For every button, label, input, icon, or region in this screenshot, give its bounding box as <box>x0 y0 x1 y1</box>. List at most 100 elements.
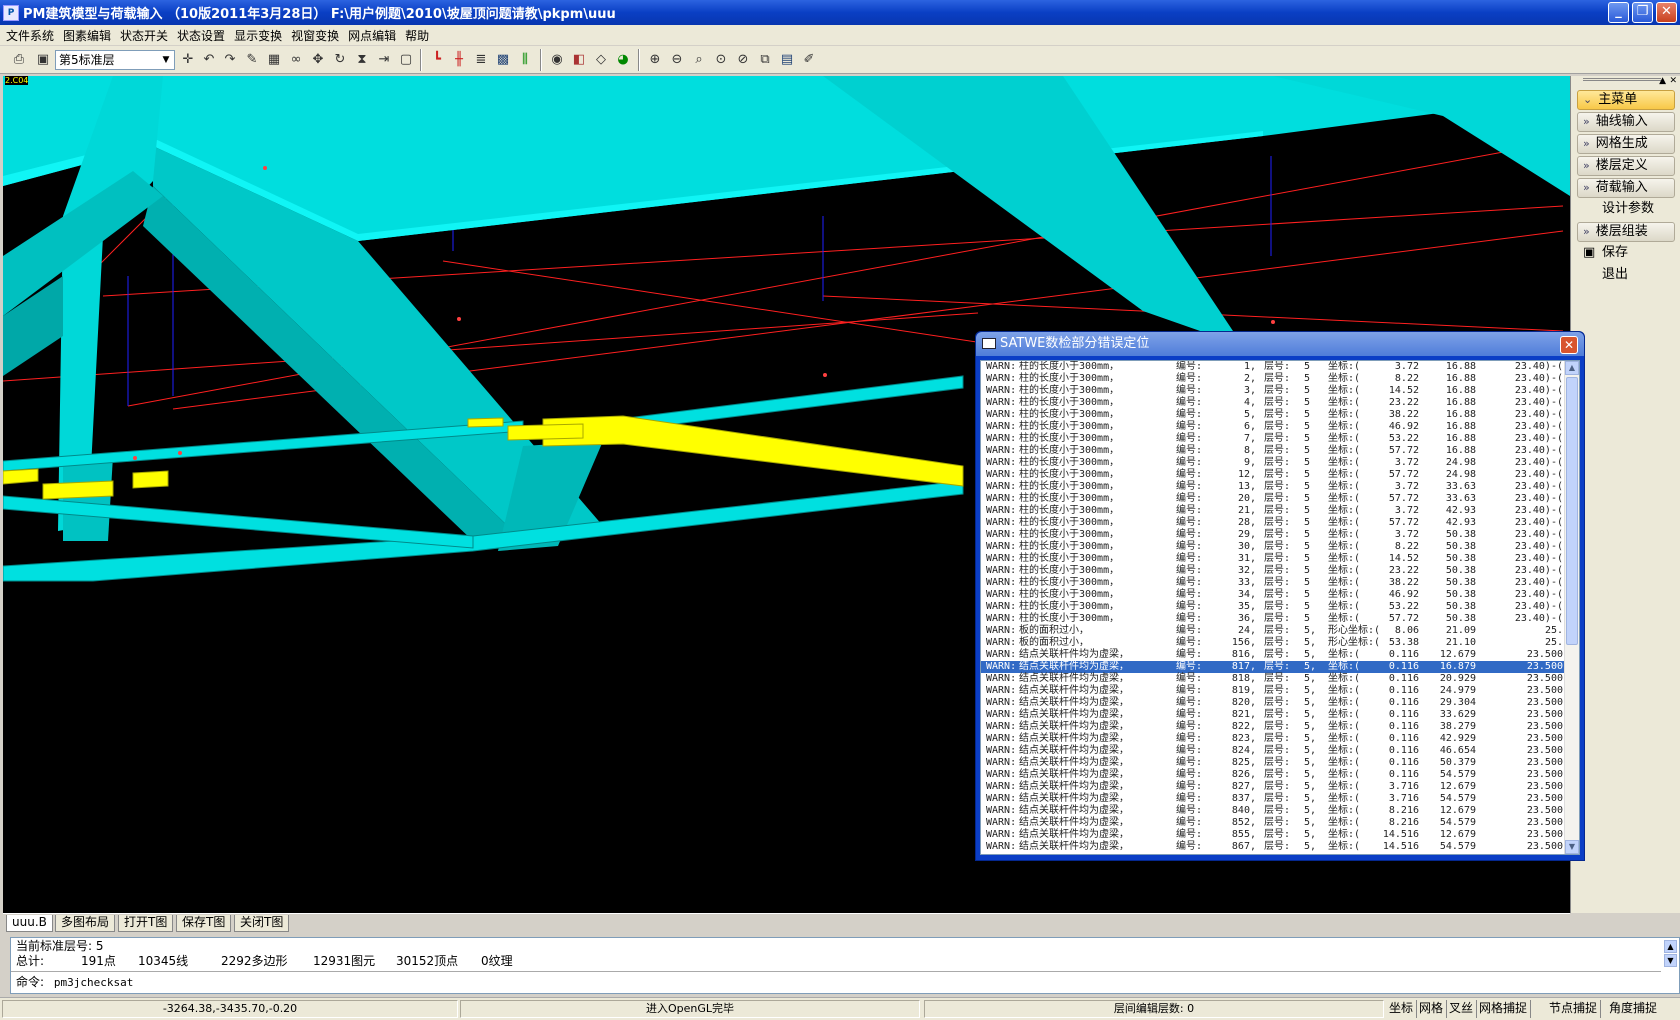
warning-row[interactable]: WARN: 柱的长度小于300mm， 编号: 30, 层号: 5 坐标:(8.22 50.38… <box>981 541 1566 553</box>
warning-row[interactable]: WARN: 板的面积过小， 编号: 156, 层号: 5, 形心坐标:(53.38 21.10… <box>981 637 1566 649</box>
menu-edit[interactable]: 图素编辑 <box>61 27 118 44</box>
warning-row[interactable]: WARN: 结点关联杆件均为虚梁， 编号: 821, 层号: 5, 坐标:(0.116 33.… <box>981 709 1566 721</box>
warning-row[interactable]: WARN: 柱的长度小于300mm， 编号: 31, 层号: 5 坐标:(14.52 50.3… <box>981 553 1566 565</box>
warning-row[interactable]: WARN: 柱的长度小于300mm， 编号: 1, 层号: 5 坐标:(3.72 16.88 2… <box>981 361 1566 373</box>
warning-row[interactable]: WARN: 柱的长度小于300mm， 编号: 12, 层号: 5 坐标:(57.72 24.9… <box>981 469 1566 481</box>
minimize-button[interactable]: _ <box>1608 2 1629 23</box>
warning-row[interactable]: WARN: 柱的长度小于300mm， 编号: 5, 层号: 5 坐标:(38.22 16.88… <box>981 409 1566 421</box>
warning-row[interactable]: WARN: 柱的长度小于300mm， 编号: 21, 层号: 5 坐标:(3.72 42.93… <box>981 505 1566 517</box>
scroll-thumb[interactable] <box>1566 377 1578 645</box>
offset-icon[interactable]: ⇥ <box>375 51 393 69</box>
toggle-crosshair[interactable]: 叉丝 <box>1446 1000 1478 1018</box>
warning-row[interactable]: WARN: 柱的长度小于300mm， 编号: 20, 层号: 5 坐标:(57.72 33.6… <box>981 493 1566 505</box>
menu-floor-assembly[interactable]: » 楼层组装 <box>1577 222 1675 242</box>
menu-load-input[interactable]: » 荷载输入 <box>1577 178 1675 198</box>
cmd-scroll-up-icon[interactable]: ▲ <box>1664 940 1677 953</box>
warning-row[interactable]: WARN: 结点关联杆件均为虚梁， 编号: 827, 层号: 5, 坐标:(3.716 12.… <box>981 781 1566 793</box>
warning-row[interactable]: WARN: 柱的长度小于300mm， 编号: 36, 层号: 5 坐标:(57.72 50.3… <box>981 613 1566 625</box>
warning-row[interactable]: WARN: 结点关联杆件均为虚梁， 编号: 852, 层号: 5, 坐标:(8.216 54.… <box>981 817 1566 829</box>
warning-row[interactable]: WARN: 结点关联杆件均为虚梁， 编号: 825, 层号: 5, 坐标:(0.116 50.… <box>981 757 1566 769</box>
box-3d-icon[interactable]: ◧ <box>570 51 588 69</box>
menu-node-edit[interactable]: 网点编辑 <box>346 27 403 44</box>
warning-row[interactable]: WARN: 柱的长度小于300mm， 编号: 13, 层号: 5 坐标:(3.72 33.63… <box>981 481 1566 493</box>
layers-icon[interactable]: ≣ <box>472 51 490 69</box>
beam-icon[interactable]: ┗ <box>428 51 446 69</box>
zoom-in-icon[interactable]: ⊕ <box>646 51 664 69</box>
menu-design-params[interactable]: 设计参数 <box>1577 200 1675 220</box>
toggle-angle-snap[interactable]: 角度捕捉 <box>1606 1000 1660 1018</box>
warning-row[interactable]: WARN: 柱的长度小于300mm， 编号: 4, 层号: 5 坐标:(23.22 16.88… <box>981 397 1566 409</box>
panel-pin-icon[interactable]: ▲ <box>1659 76 1666 86</box>
menu-exit[interactable]: 退出 <box>1577 266 1675 286</box>
warning-row[interactable]: WARN: 柱的长度小于300mm， 编号: 6, 层号: 5 坐标:(46.92 16.88… <box>981 421 1566 433</box>
warning-row[interactable]: WARN: 结点关联杆件均为虚梁， 编号: 826, 层号: 5, 坐标:(0.116 54.… <box>981 769 1566 781</box>
zoom-out-icon[interactable]: ⊖ <box>668 51 686 69</box>
warning-row[interactable]: WARN: 结点关联杆件均为虚梁， 编号: 819, 层号: 5, 坐标:(0.116 24.… <box>981 685 1566 697</box>
vertical-scrollbar[interactable]: ▲ ▼ <box>1564 361 1579 854</box>
rotate-icon[interactable]: ↻ <box>331 51 349 69</box>
warning-row[interactable]: WARN: 结点关联杆件均为虚梁， 编号: 816, 层号: 5, 坐标:(0.116 12.… <box>981 649 1566 661</box>
column-grid-icon[interactable]: ╫ <box>450 51 468 69</box>
toggle-grid[interactable]: 网格 <box>1416 1000 1448 1018</box>
warning-row[interactable]: WARN: 结点关联杆件均为虚梁， 编号: 817, 层号: 5, 坐标:(0.116 16.… <box>981 661 1566 673</box>
command-input[interactable]: pm3jchecksat <box>54 976 133 989</box>
menu-main[interactable]: ⌄ 主菜单 <box>1577 90 1675 110</box>
grid-icon[interactable]: ▦ <box>265 51 283 69</box>
menu-view[interactable]: 视窗变换 <box>289 27 346 44</box>
warning-row[interactable]: WARN: 板的面积过小， 编号: 24, 层号: 5, 形心坐标:(8.06 21.09 25… <box>981 625 1566 637</box>
command-area[interactable]: 当前标准层号: 5 总计: 191点 10345线 2292多边形 12931图… <box>10 937 1680 994</box>
tab-close-t[interactable]: 关闭T图 <box>234 915 290 932</box>
warning-row[interactable]: WARN: 柱的长度小于300mm， 编号: 7, 层号: 5 坐标:(53.22 16.88… <box>981 433 1566 445</box>
menu-floor-define[interactable]: » 楼层定义 <box>1577 156 1675 176</box>
warning-row[interactable]: WARN: 柱的长度小于300mm， 编号: 8, 层号: 5 坐标:(57.72 16.88… <box>981 445 1566 457</box>
warning-row[interactable]: WARN: 结点关联杆件均为虚梁， 编号: 818, 层号: 5, 坐标:(0.116 20.… <box>981 673 1566 685</box>
zoom-previous-icon[interactable]: ⊘ <box>734 51 752 69</box>
menu-display[interactable]: 显示变换 <box>232 27 289 44</box>
warning-row[interactable]: WARN: 柱的长度小于300mm， 编号: 28, 层号: 5 坐标:(57.72 42.9… <box>981 517 1566 529</box>
warning-row[interactable]: WARN: 柱的长度小于300mm， 编号: 2, 层号: 5 坐标:(8.22 16.88 2… <box>981 373 1566 385</box>
warning-row[interactable]: WARN: 结点关联杆件均为虚梁， 编号: 837, 层号: 5, 坐标:(3.716 54.… <box>981 793 1566 805</box>
crosshair-icon[interactable]: ✛ <box>179 51 197 69</box>
copy-view-icon[interactable]: ⧉ <box>756 51 774 69</box>
page-icon[interactable]: ▢ <box>397 51 415 69</box>
tab-uuu-b[interactable]: uuu.B <box>6 915 53 932</box>
scroll-up-icon[interactable]: ▲ <box>1565 361 1579 375</box>
floor-select[interactable]: 第5标准层 ▼ <box>55 50 175 70</box>
warning-row[interactable]: WARN: 柱的长度小于300mm， 编号: 33, 层号: 5 坐标:(38.22 50.3… <box>981 577 1566 589</box>
scroll-down-icon[interactable]: ▼ <box>1565 840 1579 854</box>
close-window-button[interactable]: ✕ <box>1656 2 1677 23</box>
wireframe-icon[interactable]: ◇ <box>592 51 610 69</box>
eye-icon[interactable]: ◕ <box>614 51 632 69</box>
mirror-icon[interactable]: ⧗ <box>353 51 371 69</box>
render-icon[interactable]: ▤ <box>778 51 796 69</box>
menu-state-toggle[interactable]: 状态开关 <box>118 27 175 44</box>
menu-file[interactable]: 文件系统 <box>4 27 61 44</box>
move-icon[interactable]: ✥ <box>309 51 327 69</box>
print-icon[interactable]: ⎙ <box>10 51 28 69</box>
panel-close-icon[interactable]: ✕ <box>1669 76 1677 86</box>
image-icon[interactable]: ▩ <box>494 51 512 69</box>
pencil-icon[interactable]: ✎ <box>243 51 261 69</box>
tab-multi-layout[interactable]: 多图布局 <box>55 915 116 932</box>
warning-row[interactable]: WARN: 结点关联杆件均为虚梁， 编号: 867, 层号: 5, 坐标:(14.516 54… <box>981 841 1566 853</box>
dialog-title-bar[interactable]: SATWE数检部分错误定位 ✕ <box>976 332 1584 356</box>
warning-row[interactable]: WARN: 结点关联杆件均为虚梁， 编号: 824, 层号: 5, 坐标:(0.116 46.… <box>981 745 1566 757</box>
dialog-close-button[interactable]: ✕ <box>1560 336 1578 354</box>
warning-row[interactable]: WARN: 柱的长度小于300mm， 编号: 3, 层号: 5 坐标:(14.52 16.88… <box>981 385 1566 397</box>
cmd-scroll-down-icon[interactable]: ▼ <box>1664 954 1677 967</box>
restore-button[interactable]: ❐ <box>1632 2 1653 23</box>
warning-row[interactable]: WARN: 结点关联杆件均为虚梁， 编号: 820, 层号: 5, 坐标:(0.116 29.… <box>981 697 1566 709</box>
warning-row[interactable]: WARN: 柱的长度小于300mm， 编号: 35, 层号: 5 坐标:(53.22 50.3… <box>981 601 1566 613</box>
tab-open-t[interactable]: 打开T图 <box>118 915 174 932</box>
menu-help[interactable]: 帮助 <box>403 27 436 44</box>
menu-state-settings[interactable]: 状态设置 <box>175 27 232 44</box>
save-icon[interactable]: ▣ <box>34 51 52 69</box>
toggle-coords[interactable]: 坐标 <box>1386 1000 1418 1018</box>
warning-row[interactable]: WARN: 柱的长度小于300mm， 编号: 34, 层号: 5 坐标:(46.92 50.3… <box>981 589 1566 601</box>
warning-row[interactable]: WARN: 柱的长度小于300mm， 编号: 29, 层号: 5 坐标:(3.72 50.38… <box>981 529 1566 541</box>
warning-row[interactable]: WARN: 柱的长度小于300mm， 编号: 9, 层号: 5 坐标:(3.72 24.98 2… <box>981 457 1566 469</box>
warning-row[interactable]: WARN: 结点关联杆件均为虚梁， 编号: 855, 层号: 5, 坐标:(14.516 12… <box>981 829 1566 841</box>
redo-icon[interactable]: ↷ <box>221 51 239 69</box>
zoom-window-icon[interactable]: ⌕ <box>690 51 708 69</box>
menu-grid-gen[interactable]: » 网格生成 <box>1577 134 1675 154</box>
